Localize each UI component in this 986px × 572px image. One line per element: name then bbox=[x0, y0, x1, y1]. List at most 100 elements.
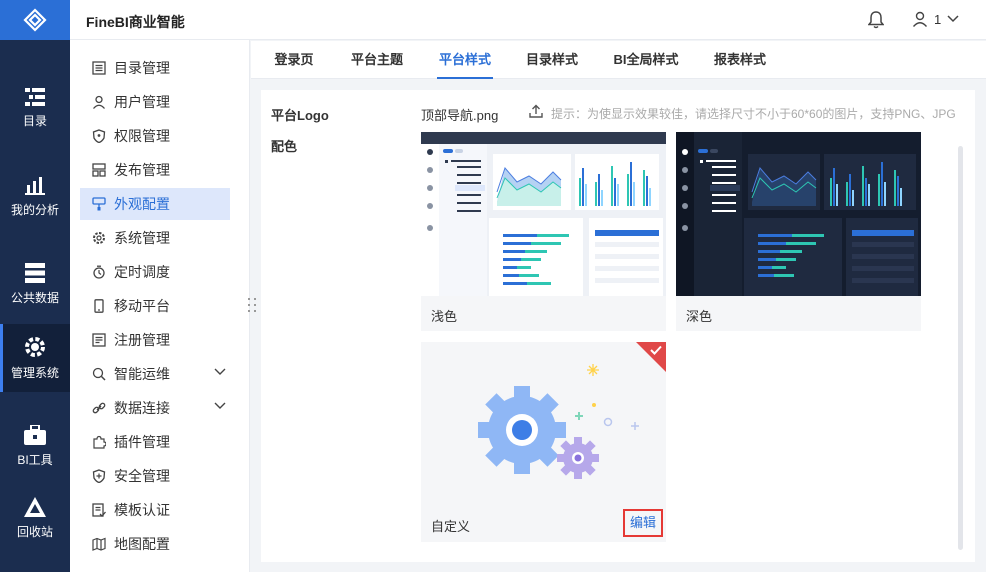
sidebar-item-scheduled-tasks[interactable]: 定时调度 bbox=[80, 256, 230, 288]
vertical-scrollbar[interactable] bbox=[958, 146, 963, 550]
shield-icon bbox=[92, 129, 106, 143]
tab-platform-theme[interactable]: 平台主题 bbox=[349, 41, 405, 79]
list-icon bbox=[92, 61, 106, 75]
tab-catalog-style[interactable]: 目录样式 bbox=[524, 41, 580, 79]
sidebar-item-label: 注册管理 bbox=[114, 332, 170, 348]
logo-file-name: 顶部导航.png bbox=[421, 108, 499, 123]
light-theme-preview-image bbox=[421, 132, 666, 296]
checkmark-icon bbox=[650, 345, 662, 355]
rail-label: BI工具 bbox=[17, 452, 53, 467]
sidebar-item-publish-management[interactable]: 发布管理 bbox=[80, 154, 230, 186]
rail-label: 公共数据 bbox=[10, 290, 59, 305]
sidebar-item-label: 数据连接 bbox=[114, 400, 170, 416]
sidebar-item-label: 移动平台 bbox=[114, 298, 170, 314]
theme-dark-label: 深色 bbox=[686, 309, 713, 324]
sidebar-item-label: 系统管理 bbox=[114, 230, 170, 246]
publish-icon bbox=[92, 163, 106, 177]
top-header: FineBI商业智能 1 bbox=[70, 0, 986, 40]
sidebar-item-label: 外观配置 bbox=[114, 196, 170, 212]
sidebar-item-data-connection[interactable]: 数据连接 bbox=[80, 392, 230, 424]
gear-icon bbox=[92, 231, 106, 245]
mobile-icon bbox=[92, 299, 106, 313]
theme-card-light[interactable]: 浅色 bbox=[421, 132, 666, 331]
appearance-tabs: 登录页 平台主题 平台样式 目录样式 BI全局样式 报表样式 bbox=[251, 41, 986, 79]
sidebar-item-label: 模板认证 bbox=[114, 502, 170, 518]
paint-brush-icon bbox=[92, 197, 106, 211]
sidebar-item-template-certification[interactable]: 模板认证 bbox=[80, 494, 230, 526]
platform-style-panel: 平台Logo 配色 顶部导航.png 提示：为使显示效果较佳，请选择尺寸不小于6… bbox=[261, 90, 975, 562]
rail-item-my-analysis[interactable]: 我的分析 bbox=[0, 162, 70, 230]
tab-platform-style[interactable]: 平台样式 bbox=[437, 41, 493, 79]
rail-label: 我的分析 bbox=[10, 202, 59, 217]
theme-card-dark[interactable]: 深色 bbox=[676, 132, 921, 331]
sidebar-item-user-management[interactable]: 用户管理 bbox=[80, 86, 230, 118]
sidebar-item-security-management[interactable]: 安全管理 bbox=[80, 460, 230, 492]
rail-item-catalog[interactable]: 目录 bbox=[0, 74, 70, 142]
notification-button[interactable] bbox=[867, 11, 885, 34]
main-nav-rail: 目录 我的分析 公共数据 管理系统 BI工具 回收站 bbox=[0, 0, 70, 572]
user-name: 1 bbox=[934, 11, 942, 27]
monitor-search-icon bbox=[92, 367, 106, 381]
sidebar-item-map-config[interactable]: 地图配置 bbox=[80, 528, 230, 560]
analysis-icon bbox=[25, 176, 45, 195]
sidebar-item-system-management[interactable]: 系统管理 bbox=[80, 222, 230, 254]
rail-item-admin[interactable]: 管理系统 bbox=[0, 324, 70, 392]
chevron-down-icon bbox=[947, 15, 959, 23]
platform-logo-label: 平台Logo bbox=[271, 108, 329, 123]
sidebar-item-label: 插件管理 bbox=[114, 434, 170, 450]
recycle-icon bbox=[24, 496, 46, 517]
sidebar-item-plugin-management[interactable]: 插件管理 bbox=[80, 426, 230, 458]
gear-icon bbox=[25, 336, 45, 357]
rail-label: 回收站 bbox=[16, 524, 53, 539]
sidebar-item-label: 发布管理 bbox=[114, 162, 170, 178]
rail-item-recycle-bin[interactable]: 回收站 bbox=[0, 484, 70, 552]
register-icon bbox=[92, 333, 106, 347]
dark-theme-preview-image bbox=[676, 132, 921, 296]
chevron-down-icon bbox=[214, 402, 226, 409]
shield-plus-icon bbox=[92, 469, 106, 483]
rail-label: 管理系统 bbox=[10, 365, 59, 380]
sidebar-item-label: 权限管理 bbox=[114, 128, 170, 144]
rail-item-bi-tools[interactable]: BI工具 bbox=[0, 412, 70, 480]
sidebar-item-label: 智能运维 bbox=[114, 366, 170, 382]
logo-icon bbox=[23, 8, 47, 32]
sidebar-item-label: 用户管理 bbox=[114, 94, 170, 110]
toolbox-icon bbox=[24, 424, 46, 445]
upload-hint: 提示：为使显示效果较佳，请选择尺寸不小于60*60的图片，支持PNG、JPG bbox=[551, 107, 956, 121]
app-logo[interactable] bbox=[0, 0, 70, 40]
sidebar-item-label: 地图配置 bbox=[114, 536, 170, 552]
sidebar-item-label: 目录管理 bbox=[114, 60, 170, 76]
upload-icon bbox=[529, 104, 543, 118]
edit-custom-theme-button[interactable]: 编辑 bbox=[623, 509, 663, 537]
color-scheme-label: 配色 bbox=[271, 139, 298, 154]
tab-report-style[interactable]: 报表样式 bbox=[712, 41, 768, 79]
database-icon bbox=[25, 262, 45, 283]
map-icon bbox=[92, 537, 106, 551]
link-icon bbox=[92, 401, 106, 415]
theme-custom-label: 自定义 bbox=[431, 519, 471, 534]
sidebar-item-label: 安全管理 bbox=[114, 468, 170, 484]
tab-login-page[interactable]: 登录页 bbox=[269, 41, 319, 79]
upload-button[interactable] bbox=[529, 104, 543, 123]
gears-illustration bbox=[421, 342, 666, 506]
admin-sidebar: 目录管理 用户管理 权限管理 发布管理 外观配置 系统管理 定时调度 移动平台 … bbox=[70, 40, 250, 572]
sidebar-item-smart-ops[interactable]: 智能运维 bbox=[80, 358, 230, 390]
bell-icon bbox=[867, 11, 885, 29]
sidebar-item-registration[interactable]: 注册管理 bbox=[80, 324, 230, 356]
theme-card-custom[interactable]: 自定义 编辑 bbox=[421, 342, 666, 542]
sidebar-item-appearance-config[interactable]: 外观配置 bbox=[80, 188, 230, 220]
chevron-down-icon bbox=[214, 368, 226, 375]
user-icon bbox=[92, 95, 106, 109]
sidebar-resize-handle[interactable] bbox=[248, 298, 256, 312]
rail-item-public-data[interactable]: 公共数据 bbox=[0, 250, 70, 318]
timer-icon bbox=[92, 265, 106, 279]
catalog-icon bbox=[25, 87, 45, 106]
user-icon bbox=[912, 11, 928, 27]
theme-light-label: 浅色 bbox=[431, 309, 458, 324]
sidebar-item-catalog-management[interactable]: 目录管理 bbox=[80, 52, 230, 84]
tab-bi-global-style[interactable]: BI全局样式 bbox=[612, 41, 680, 79]
sidebar-item-permission-management[interactable]: 权限管理 bbox=[80, 120, 230, 152]
rail-label: 目录 bbox=[22, 113, 47, 128]
sidebar-item-mobile-platform[interactable]: 移动平台 bbox=[80, 290, 230, 322]
user-menu[interactable]: 1 bbox=[912, 11, 959, 27]
